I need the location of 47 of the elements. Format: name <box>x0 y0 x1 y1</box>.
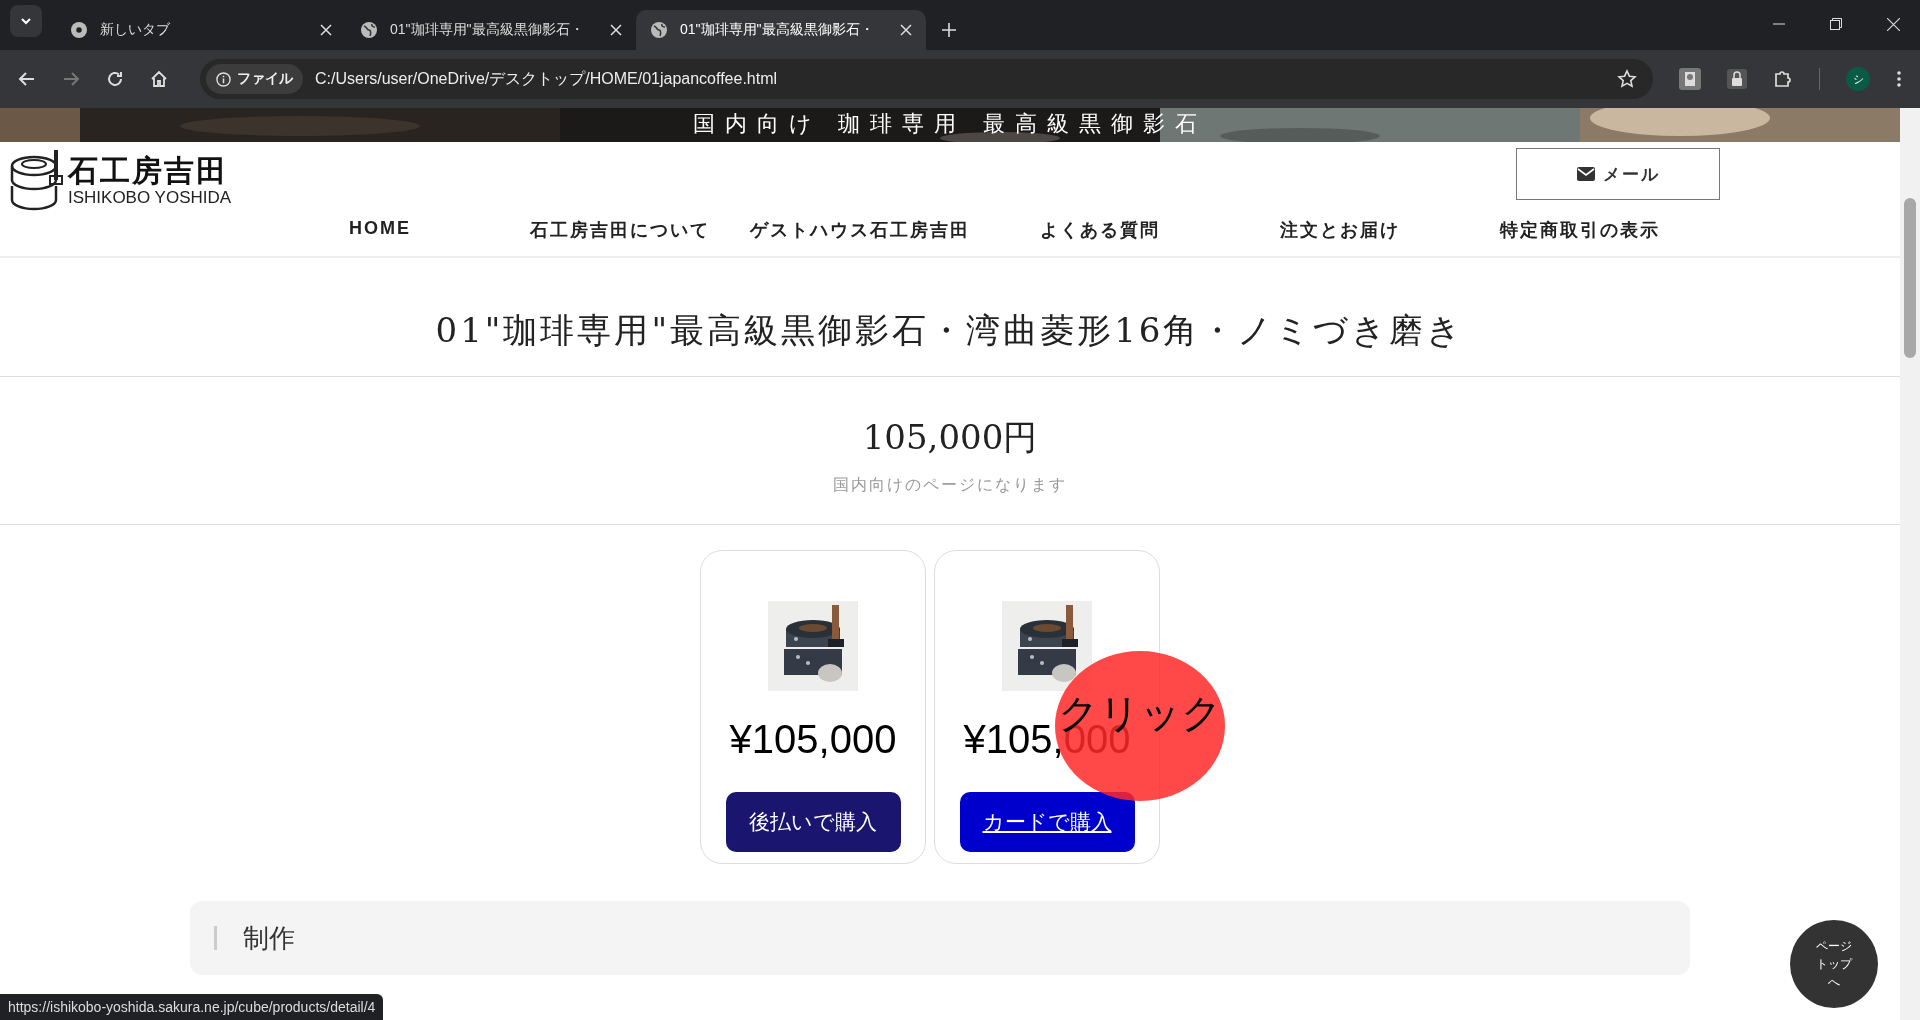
info-icon <box>216 71 231 87</box>
address-bar[interactable]: ファイル C:/Users/user/OneDrive/デスクトップ/HOME/01japancoffee.html <box>200 59 1653 99</box>
globe-icon <box>650 21 668 39</box>
page-top-button[interactable]: ページトップへ <box>1790 920 1878 1008</box>
nav-link[interactable]: HOME <box>260 218 500 242</box>
reload-icon[interactable] <box>106 70 124 88</box>
new-tab-icon[interactable] <box>942 23 956 37</box>
card-price: ¥105,000 <box>729 717 897 762</box>
status-url: https://ishikobo-yoshida.sakura.ne.jp/cube/products/detail/4 <box>0 994 384 1020</box>
domestic-note: 国内向けのページになります <box>832 475 1068 495</box>
browser-tab[interactable]: 01"珈琲専用"最高級黒御影石・ <box>346 10 636 50</box>
product-price: 105,000円 <box>861 416 1039 459</box>
buy-button[interactable]: 後払いで購入 <box>725 792 901 852</box>
nav-link[interactable]: 注文とお届け <box>1220 218 1460 242</box>
section-heading: 制作 <box>190 901 1690 975</box>
scrollbar[interactable] <box>1900 108 1920 1020</box>
nav-link[interactable]: 石工房吉田について <box>500 218 740 242</box>
star-icon[interactable] <box>1617 69 1637 89</box>
menu-icon[interactable] <box>1896 70 1902 88</box>
product-title: 01"珈琲専用"最高級黒御影石・湾曲菱形16角・ノミづき磨き <box>0 258 1900 377</box>
close-icon[interactable] <box>610 24 622 36</box>
banner-text: 国内向け 珈琲専用 最高級黒御影石 <box>692 110 1208 138</box>
lock-extension-icon[interactable] <box>1727 69 1747 89</box>
browser-tab[interactable]: 新しいタブ <box>56 10 346 50</box>
url-text: C:/Users/user/OneDrive/デスクトップ/HOME/01japancoffee.html <box>315 68 779 89</box>
logo-subtitle: ISHIKOBO YOSHIDA <box>68 188 232 208</box>
nav-link[interactable]: よくある質問 <box>980 218 1220 242</box>
mail-button[interactable]: メール <box>1516 148 1720 200</box>
close-icon[interactable] <box>320 24 332 36</box>
tab-search-button[interactable] <box>10 5 42 37</box>
site-info-chip[interactable]: ファイル <box>206 64 303 94</box>
forward-icon[interactable] <box>62 70 80 88</box>
puzzle-icon[interactable] <box>1773 69 1793 89</box>
nav-link[interactable]: 特定商取引の表示 <box>1460 218 1700 242</box>
close-icon[interactable] <box>1887 18 1900 31</box>
buy-button[interactable]: カードで購入 <box>959 792 1135 852</box>
close-icon[interactable] <box>900 24 912 36</box>
browser-tab[interactable]: 01"珈琲専用"最高級黒御影石・ <box>636 10 926 50</box>
profile-avatar[interactable]: シ <box>1846 67 1870 91</box>
globe-icon <box>360 21 378 39</box>
extension-icon[interactable] <box>1679 68 1701 90</box>
back-icon[interactable] <box>18 70 36 88</box>
logo-name: 石工房吉田 <box>68 154 229 188</box>
nav-link[interactable]: ゲストハウス石工房吉田 <box>740 218 980 242</box>
envelope-icon <box>1576 167 1595 181</box>
restore-icon[interactable] <box>1830 18 1842 30</box>
home-icon[interactable] <box>150 70 168 88</box>
